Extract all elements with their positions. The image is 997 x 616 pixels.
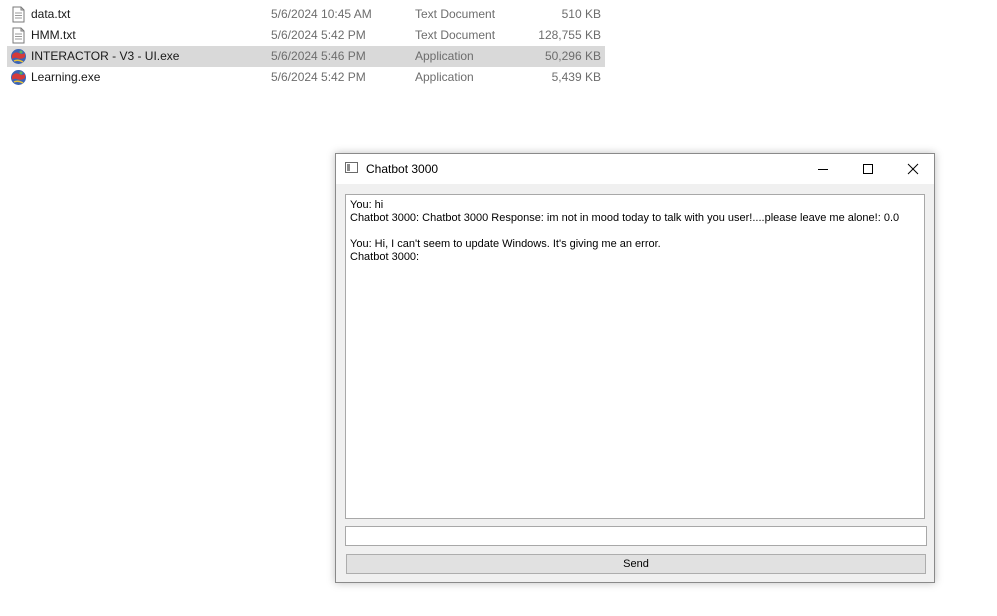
minimize-button[interactable] — [800, 154, 845, 184]
chat-transcript[interactable]: You: hi Chatbot 3000: Chatbot 3000 Respo… — [345, 194, 925, 519]
file-row[interactable]: Learning.exe 5/6/2024 5:42 PM Applicatio… — [0, 67, 997, 88]
text-document-icon — [12, 6, 25, 23]
file-name[interactable]: data.txt — [31, 4, 70, 25]
maximize-icon — [862, 164, 873, 174]
maximize-button[interactable] — [845, 154, 890, 184]
chat-message: Chatbot 3000: Chatbot 3000 Response: im … — [350, 212, 900, 224]
close-button[interactable] — [890, 154, 935, 184]
file-date: 5/6/2024 5:42 PM — [271, 70, 366, 84]
file-list: data.txt 5/6/2024 10:45 AM Text Document… — [0, 4, 997, 88]
file-row[interactable]: HMM.txt 5/6/2024 5:42 PM Text Document 1… — [0, 25, 997, 46]
close-icon — [907, 163, 918, 175]
file-row[interactable]: data.txt 5/6/2024 10:45 AM Text Document… — [0, 4, 997, 25]
file-type: Application — [415, 49, 474, 63]
file-name[interactable]: INTERACTOR - V3 - UI.exe — [31, 46, 179, 67]
file-date: 5/6/2024 5:42 PM — [271, 28, 366, 42]
file-type: Text Document — [415, 28, 496, 42]
file-name[interactable]: Learning.exe — [31, 67, 100, 88]
chat-spacer — [350, 225, 920, 238]
file-name[interactable]: HMM.txt — [31, 25, 76, 46]
window-title: Chatbot 3000 — [366, 162, 439, 176]
file-size: 510 KB — [561, 7, 601, 21]
chat-message: Chatbot 3000: — [350, 251, 420, 263]
file-type: Text Document — [415, 7, 496, 21]
file-date: 5/6/2024 5:46 PM — [271, 49, 366, 63]
file-size: 50,296 KB — [544, 49, 601, 63]
file-size: 128,755 KB — [538, 28, 601, 42]
application-icon — [11, 49, 26, 64]
application-icon — [11, 70, 26, 85]
chat-message: You: Hi, I can't seem to update Windows.… — [350, 238, 661, 250]
text-document-icon — [12, 27, 25, 44]
title-bar[interactable]: Chatbot 3000 — [336, 154, 934, 184]
minimize-icon — [817, 169, 828, 170]
message-input[interactable] — [345, 526, 927, 546]
file-type: Application — [415, 70, 474, 84]
send-button[interactable]: Send — [346, 554, 926, 574]
file-size: 5,439 KB — [551, 70, 601, 84]
file-date: 5/6/2024 10:45 AM — [271, 7, 372, 21]
window-app-icon — [345, 162, 358, 173]
chatbot-window: Chatbot 3000 You: hi Chatbot 3000: Chatb… — [335, 153, 935, 583]
file-row-selected[interactable]: INTERACTOR - V3 - UI.exe 5/6/2024 5:46 P… — [0, 46, 997, 67]
chat-message: You: hi — [350, 199, 384, 211]
